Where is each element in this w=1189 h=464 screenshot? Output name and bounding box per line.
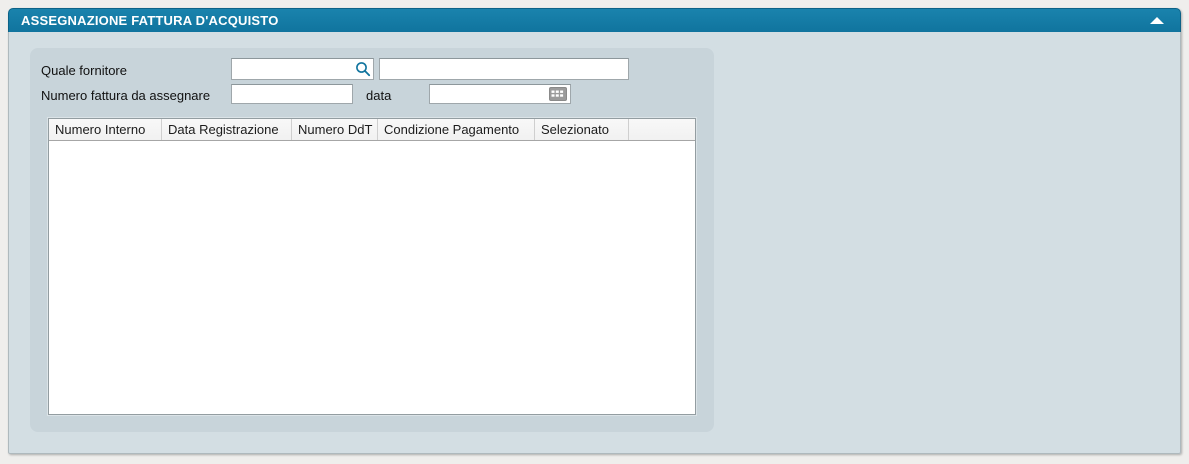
- titlebar: ASSEGNAZIONE FATTURA D'ACQUISTO: [8, 8, 1181, 32]
- column-header-numero-interno[interactable]: Numero Interno: [49, 119, 162, 140]
- supplier-name-input[interactable]: [379, 58, 629, 80]
- column-header-spacer: [629, 119, 695, 140]
- assegnazione-fattura-window: ASSEGNAZIONE FATTURA D'ACQUISTO Quale fo…: [8, 8, 1181, 454]
- column-header-selezionato[interactable]: Selezionato: [535, 119, 629, 140]
- supplier-label: Quale fornitore: [41, 63, 127, 78]
- results-table: Numero Interno Data Registrazione Numero…: [48, 118, 696, 415]
- collapse-panel-button[interactable]: [1146, 12, 1168, 30]
- column-header-condizione-pagamento[interactable]: Condizione Pagamento: [378, 119, 535, 140]
- search-icon[interactable]: [353, 60, 373, 78]
- invoice-number-input[interactable]: [231, 84, 353, 104]
- chevron-up-icon: [1150, 17, 1164, 24]
- date-label: data: [366, 88, 391, 103]
- window-body: Quale fornitore Numero fattura da assegn…: [8, 32, 1181, 454]
- invoice-number-label: Numero fattura da assegnare: [41, 88, 210, 103]
- calendar-icon[interactable]: [547, 86, 569, 102]
- form-panel: Quale fornitore Numero fattura da assegn…: [30, 48, 714, 432]
- page-title: ASSEGNAZIONE FATTURA D'ACQUISTO: [21, 13, 1146, 28]
- column-header-numero-ddt[interactable]: Numero DdT: [292, 119, 378, 140]
- column-header-data-registrazione[interactable]: Data Registrazione: [162, 119, 292, 140]
- results-table-body[interactable]: [49, 141, 695, 414]
- results-table-header: Numero Interno Data Registrazione Numero…: [49, 119, 695, 141]
